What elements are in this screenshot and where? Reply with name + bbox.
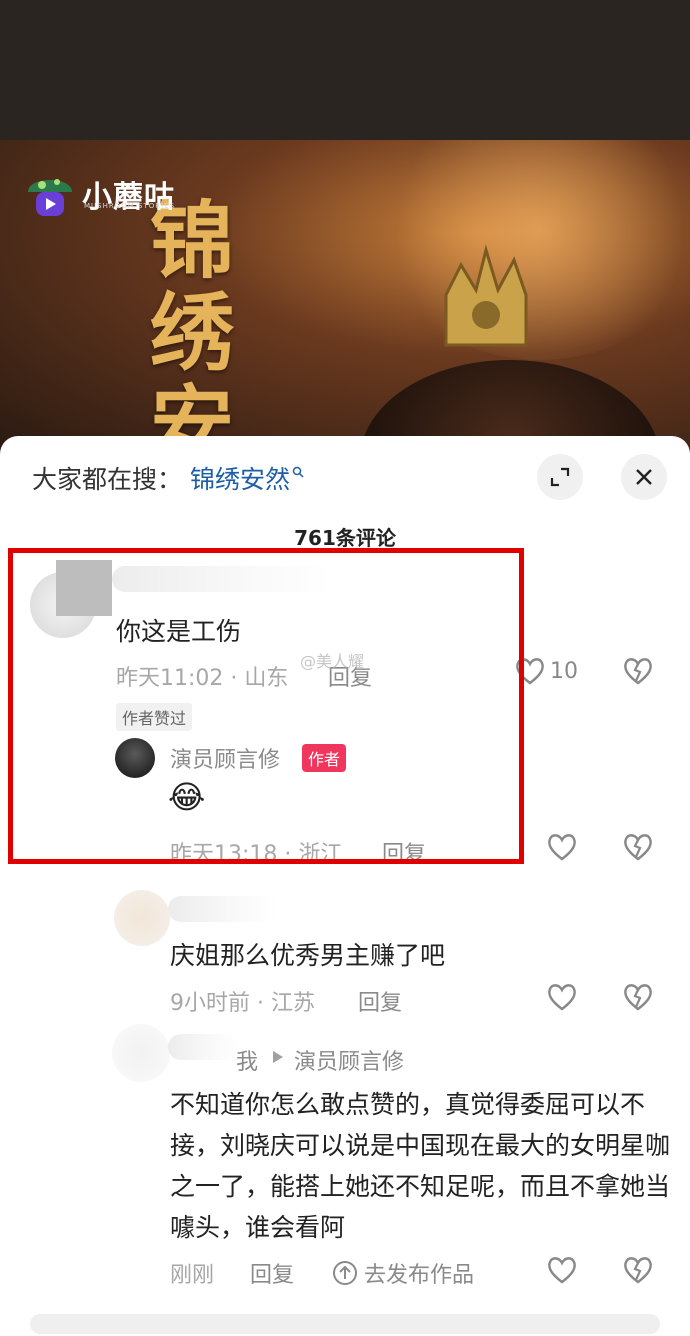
heart-icon[interactable] <box>546 1255 578 1285</box>
comment-count: 761条评论 <box>294 526 396 550</box>
search-suggestion[interactable]: 大家都在搜： 锦绣安然 <box>32 460 304 496</box>
comment-time: 刚刚 <box>170 1263 215 1288</box>
upload-icon <box>333 1261 357 1285</box>
reply-to-name[interactable]: 演员顾言修 <box>294 1044 404 1076</box>
expand-icon <box>550 467 570 487</box>
dislike-icon[interactable] <box>622 1255 654 1285</box>
dislike-icon[interactable] <box>622 832 654 862</box>
dislike-icon[interactable] <box>622 656 654 686</box>
search-prefix: 大家都在搜： <box>32 465 183 494</box>
mushroom-logo-icon <box>28 179 72 216</box>
crown-icon <box>444 244 528 347</box>
expand-button[interactable] <box>537 454 583 500</box>
highlight-box <box>8 548 524 864</box>
avatar[interactable] <box>114 890 170 946</box>
publish-button[interactable]: 去发布作品 <box>332 1257 474 1289</box>
avatar[interactable] <box>112 1024 170 1082</box>
video-poster[interactable]: 锦绣安 小蘑咕 MUSHROOM STORIES <box>0 140 690 450</box>
comment-input-bar[interactable] <box>30 1314 660 1334</box>
publish-label: 去发布作品 <box>364 1263 475 1288</box>
reply-to-prefix: 我 <box>236 1050 259 1075</box>
search-icon <box>292 466 304 478</box>
comment-time-location: 9小时前 · 江苏 <box>170 991 315 1016</box>
close-button[interactable] <box>621 454 667 500</box>
heart-icon[interactable] <box>546 832 578 862</box>
comment-text: 不知道你怎么敢点赞的，真觉得委屈可以不接，刘晓庆可以说是中国现在最大的女明星咖之… <box>170 1090 671 1242</box>
comment-text: 庆姐那么优秀男主赚了吧 <box>170 941 446 970</box>
heart-icon[interactable] <box>546 982 578 1012</box>
close-icon <box>636 469 652 485</box>
search-keyword[interactable]: 锦绣安然 <box>190 460 290 496</box>
blurred-username[interactable] <box>168 896 278 922</box>
top-status-area <box>0 0 690 140</box>
app-logo: 小蘑咕 <box>24 168 175 220</box>
reply-button[interactable]: 回复 <box>250 1257 294 1289</box>
like-count: 10 <box>550 658 578 684</box>
blurred-username[interactable] <box>168 1034 238 1060</box>
logo-subtitle: MUSHROOM STORIES <box>84 202 176 210</box>
play-arrow-icon <box>273 1051 283 1063</box>
poster-title: 锦绣安 <box>150 191 235 451</box>
dislike-icon[interactable] <box>622 982 654 1012</box>
reply-button[interactable]: 回复 <box>358 985 402 1017</box>
